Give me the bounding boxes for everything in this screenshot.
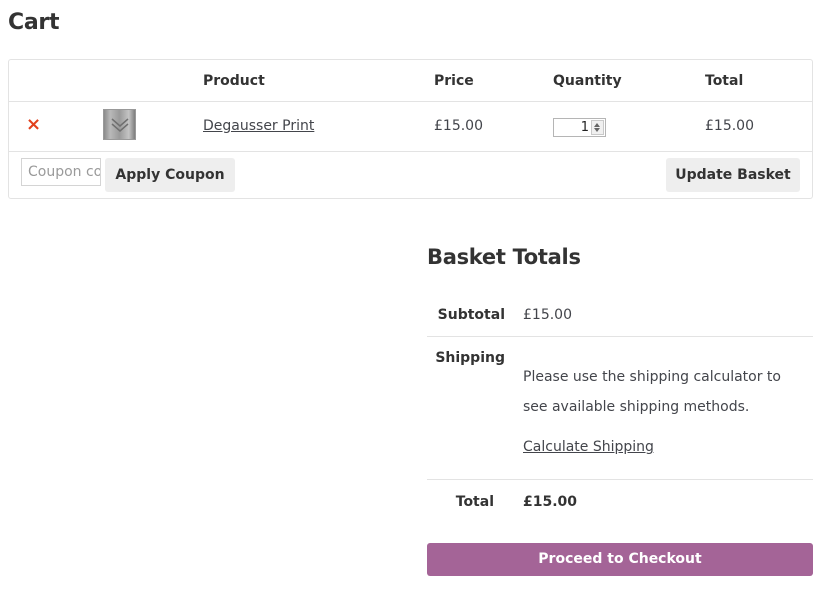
column-header-quantity: Quantity	[553, 73, 622, 89]
shipping-info-text: Please use the shipping calculator to se…	[523, 369, 781, 415]
subtotal-value: £15.00	[523, 307, 572, 323]
quantity-value[interactable]: 1	[554, 119, 592, 136]
coupon-input[interactable]: Coupon code	[21, 158, 101, 186]
update-basket-button[interactable]: Update Basket	[666, 158, 800, 192]
product-thumbnail-icon[interactable]	[103, 109, 136, 140]
proceed-to-checkout-button[interactable]: Proceed to Checkout	[427, 543, 813, 576]
total-label: Total	[455, 494, 494, 510]
spin-up-icon[interactable]	[594, 123, 600, 127]
column-header-total: Total	[705, 73, 744, 89]
total-value: £15.00	[523, 494, 578, 510]
shipping-row: Shipping Please use the shipping calcula…	[427, 337, 813, 480]
product-name-link[interactable]: Degausser Print	[203, 118, 314, 134]
page-title: Cart	[8, 10, 60, 35]
total-row: Total £15.00	[427, 480, 813, 524]
subtotal-label: Subtotal	[437, 307, 505, 323]
cart-actions: Coupon code Apply Coupon Update Basket	[9, 152, 812, 199]
quantity-spinner[interactable]	[591, 120, 604, 135]
cart-item-row: × Degausser Print £15.00 1 £15.00	[9, 102, 812, 152]
shipping-label: Shipping	[435, 350, 505, 366]
apply-coupon-button[interactable]: Apply Coupon	[105, 158, 235, 192]
basket-totals-title: Basket Totals	[427, 245, 581, 269]
cart-table: Product Price Quantity Total × Degausser…	[8, 59, 813, 199]
calculate-shipping-link[interactable]: Calculate Shipping	[523, 439, 654, 455]
item-price: £15.00	[434, 118, 483, 134]
quantity-stepper[interactable]: 1	[553, 118, 606, 137]
spin-down-icon[interactable]	[594, 128, 600, 132]
subtotal-row: Subtotal £15.00	[427, 294, 813, 337]
column-header-price: Price	[434, 73, 474, 89]
cart-table-header: Product Price Quantity Total	[9, 60, 812, 102]
item-total: £15.00	[705, 118, 754, 134]
column-header-product: Product	[203, 73, 265, 89]
remove-item-icon[interactable]: ×	[26, 116, 41, 134]
